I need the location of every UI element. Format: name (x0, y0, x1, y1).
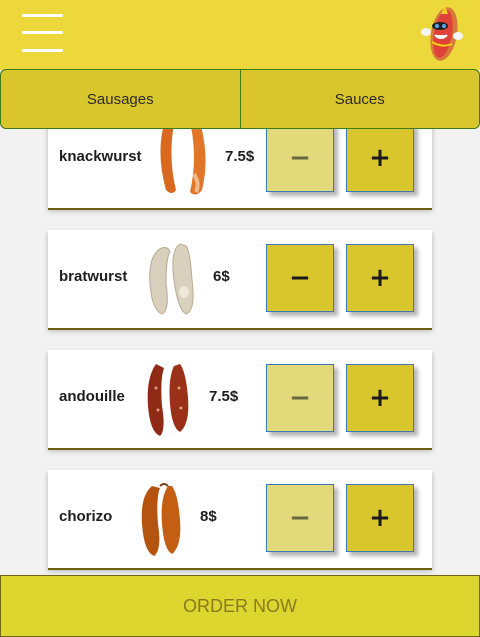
bratwurst-image (149, 243, 194, 315)
product-name: knackwurst (59, 148, 142, 165)
product-price: 7.5$ (209, 388, 239, 405)
increase-quantity-button[interactable]: + (346, 244, 414, 312)
increase-quantity-button[interactable]: + (346, 364, 414, 432)
product-card: bratwurst 6$ − + (48, 230, 432, 328)
product-card: chorizo 8$ − + (48, 470, 432, 568)
product-name: andouille (59, 388, 125, 405)
product-name: chorizo (59, 508, 113, 525)
product-price: 7.5$ (225, 148, 255, 165)
decrease-quantity-button[interactable]: − (266, 484, 334, 552)
product-name: bratwurst (59, 268, 128, 285)
knackwurst-image (160, 129, 206, 195)
tab-sauces[interactable]: Sauces (240, 69, 480, 129)
product-price: 8$ (200, 508, 217, 525)
app-header (0, 0, 480, 70)
product-list[interactable]: knackwurst 7.5$ − + bratwurst 6$ − + and… (0, 129, 480, 575)
andouille-image (147, 364, 189, 436)
chorizo-image (141, 483, 181, 556)
product-card: knackwurst 7.5$ − + (48, 129, 432, 208)
product-card: andouille 7.5$ − + (48, 350, 432, 448)
decrease-quantity-button[interactable]: − (266, 364, 334, 432)
increase-quantity-button[interactable]: + (346, 484, 414, 552)
product-price: 6$ (213, 268, 230, 285)
increase-quantity-button[interactable]: + (346, 129, 414, 192)
hamburger-menu-icon[interactable] (22, 14, 63, 52)
decrease-quantity-button[interactable]: − (266, 244, 334, 312)
tab-sausages[interactable]: Sausages (0, 69, 241, 129)
order-now-button[interactable]: ORDER NOW (0, 575, 480, 637)
category-tabs: Sausages Sauces (0, 69, 480, 129)
decrease-quantity-button[interactable]: − (266, 129, 334, 192)
hotdog-mascot-logo (421, 6, 463, 61)
